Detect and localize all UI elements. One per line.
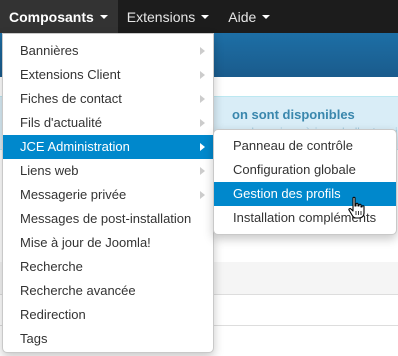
hand-pointer-icon (348, 196, 365, 219)
nav-aide-label: Aide (228, 8, 257, 25)
menu-item-label: Mise à jour de Joomla! (20, 235, 151, 250)
menu-item-fiches-de-contact[interactable]: Fiches de contact (3, 87, 213, 111)
caret-right-icon (200, 167, 205, 175)
caret-down-icon (262, 15, 271, 19)
menu-item-label: Fils d'actualité (20, 115, 102, 130)
menu-item-label: Messages de post-installation (20, 211, 192, 226)
menu-item-tags[interactable]: Tags (3, 327, 213, 351)
menu-item-label: Liens web (20, 163, 79, 178)
submenu-item-label: Panneau de contrôle (233, 138, 353, 153)
menu-item-messagerie-privee[interactable]: Messagerie privée (3, 183, 213, 207)
menu-item-jce-administration[interactable]: JCE Administration (3, 135, 213, 159)
nav-composants[interactable]: Composants (0, 0, 118, 33)
menu-item-bannieres[interactable]: Bannières (3, 39, 213, 63)
menu-item-recherche[interactable]: Recherche (3, 255, 213, 279)
menu-item-label: Recherche avancée (20, 283, 136, 298)
caret-right-icon (200, 47, 205, 55)
composants-dropdown: Bannières Extensions Client Fiches de co… (2, 33, 214, 353)
nav-composants-label: Composants (9, 8, 94, 25)
menu-item-messages-post-installation[interactable]: Messages de post-installation (3, 207, 213, 231)
menu-item-label: Recherche (20, 259, 83, 274)
menu-item-label: Messagerie privée (20, 187, 127, 202)
menu-item-recherche-avancee[interactable]: Recherche avancée (3, 279, 213, 303)
submenu-item-label: Configuration globale (233, 162, 356, 177)
caret-right-icon (200, 191, 205, 199)
submenu-item-gestion-des-profils[interactable]: Gestion des profils (214, 182, 396, 206)
caret-down-icon (99, 15, 108, 19)
menu-item-mise-a-jour-joomla[interactable]: Mise à jour de Joomla! (3, 231, 213, 255)
nav-extensions-label: Extensions (126, 8, 196, 25)
caret-right-icon (200, 119, 205, 127)
menu-item-label: JCE Administration (20, 139, 130, 154)
submenu-item-label: Gestion des profils (233, 186, 341, 201)
menu-item-label: Fiches de contact (20, 91, 122, 106)
nav-extensions[interactable]: Extensions (118, 0, 219, 33)
caret-right-icon (200, 95, 205, 103)
menu-item-label: Tags (20, 331, 48, 346)
caret-right-icon (200, 71, 205, 79)
alert-title: on sont disponibles (232, 107, 355, 122)
menu-item-label: Extensions Client (20, 67, 121, 82)
menu-item-extensions-client[interactable]: Extensions Client (3, 63, 213, 87)
submenu-item-configuration-globale[interactable]: Configuration globale (214, 158, 396, 182)
caret-down-icon (201, 15, 210, 19)
menu-item-label: Redirection (20, 307, 86, 322)
jce-submenu: Panneau de contrôle Configuration global… (213, 129, 397, 235)
top-navbar: Composants Extensions Aide (0, 0, 398, 33)
submenu-item-installation-complements[interactable]: Installation compléments (214, 206, 396, 230)
menu-item-redirection[interactable]: Redirection (3, 303, 213, 327)
nav-aide[interactable]: Aide (219, 0, 280, 33)
submenu-item-panneau-de-controle[interactable]: Panneau de contrôle (214, 134, 396, 158)
menu-item-fils-d-actualite[interactable]: Fils d'actualité (3, 111, 213, 135)
menu-item-label: Bannières (20, 43, 79, 58)
menu-item-liens-web[interactable]: Liens web (3, 159, 213, 183)
caret-right-icon (200, 143, 205, 151)
